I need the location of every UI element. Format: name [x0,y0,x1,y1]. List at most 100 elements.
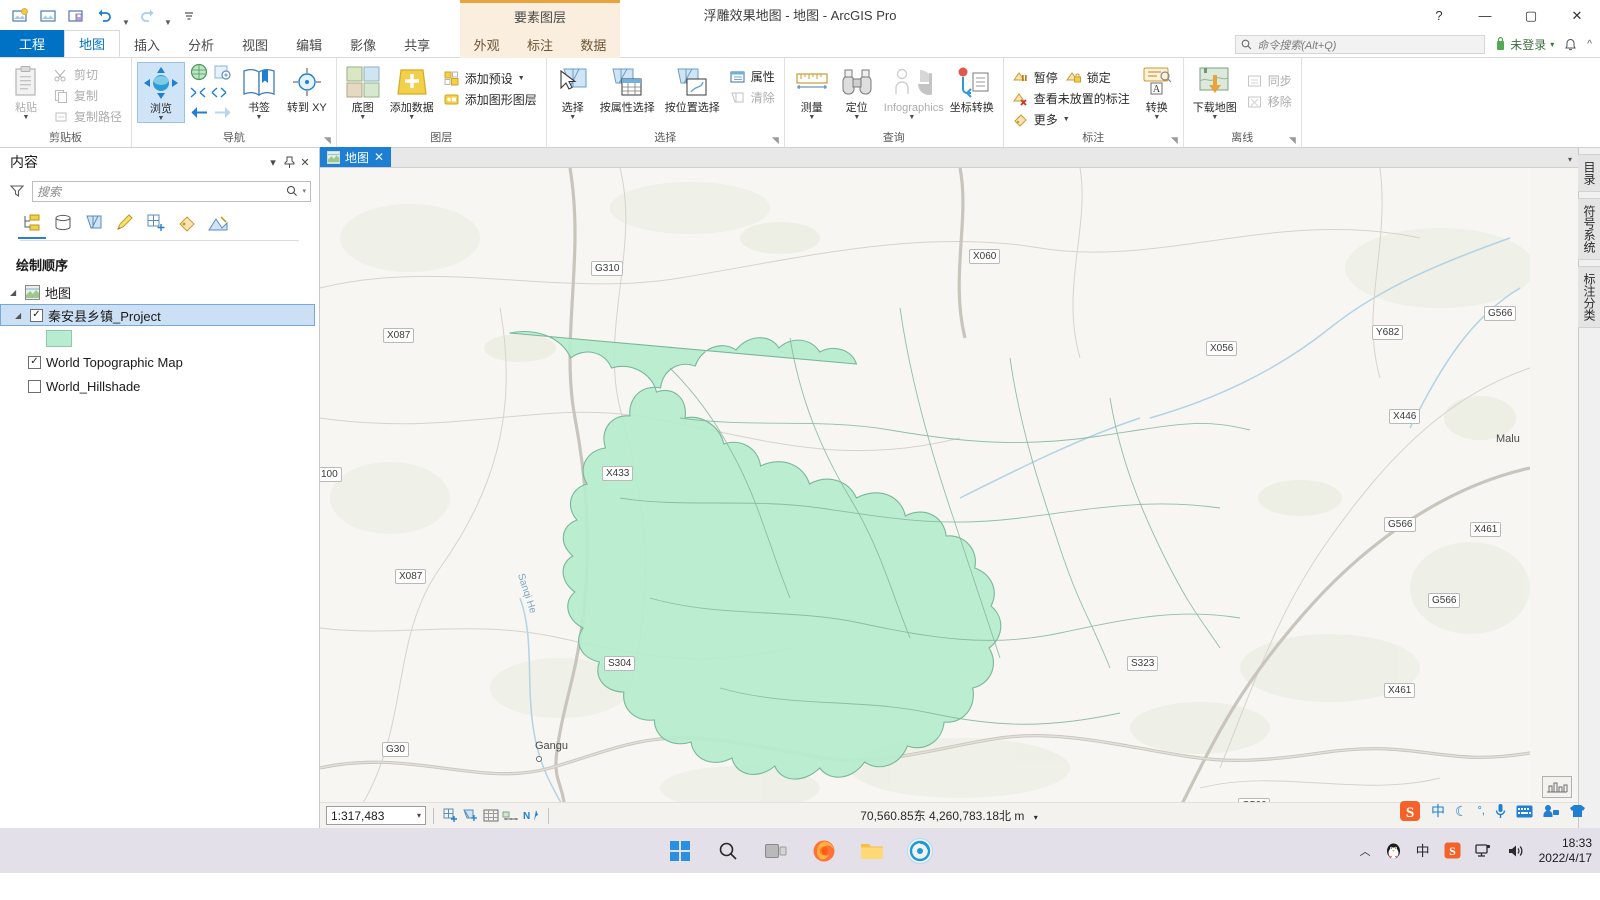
copy-path-button[interactable]: 复制路径 [49,106,126,127]
drawing-order-tab[interactable] [18,211,46,239]
layer-visibility-checkbox[interactable]: ✓ [30,308,43,322]
toc-row-basemap-hillshade[interactable]: World_Hillshade [0,374,319,398]
expander-icon[interactable]: ◢ [15,311,25,320]
save-project-icon[interactable] [64,4,90,28]
taskbar-clock[interactable]: 18:33 2022/4/17 [1539,836,1592,866]
user-icon[interactable] [1543,804,1559,818]
measure-button[interactable]: 测量 ▼ [790,62,834,121]
view-tab-overflow-icon[interactable]: ▾ [1568,155,1572,164]
labeling-dialog-launcher[interactable]: ◥ [1171,134,1178,147]
map-scale-selector[interactable]: 1:317,483 ▾ [326,806,426,825]
add-graphics-layer-button[interactable]: 添加图形图层 [440,89,541,110]
ime-toolbar[interactable]: S 中 ☾ °, [1393,798,1592,824]
ribbon-tab-appearance[interactable]: 外观 [468,32,506,58]
basemap-button[interactable]: 底图 ▼ [342,62,384,121]
ribbon-tab-insert[interactable]: 插入 [120,31,174,57]
charts-tab[interactable] [206,211,230,235]
collapse-ribbon-icon[interactable]: ^ [1587,39,1592,50]
qq-icon[interactable] [1385,842,1402,860]
undo-dropdown-icon[interactable]: ▼ [120,5,132,27]
redo-dropdown-icon[interactable]: ▼ [162,5,174,27]
add-preset-caret-icon[interactable]: ▼ [518,75,525,82]
maximize-button[interactable]: ▢ [1508,0,1554,31]
download-map-button[interactable]: 下载地图 ▼ [1189,62,1241,121]
selection-dialog-launcher[interactable]: ◥ [772,134,779,147]
command-search-input[interactable]: 命令搜索(Alt+Q) [1235,35,1486,54]
funnel-icon[interactable] [8,184,26,198]
bell-icon[interactable] [1564,38,1577,52]
sogou-logo-icon[interactable]: S [1399,800,1421,822]
bookmarks-button[interactable]: 书签 ▼ [237,62,281,121]
layer-visibility-checkbox[interactable]: ✓ [28,355,41,369]
locate-button[interactable]: 定位 ▼ [836,62,878,121]
add-preset-button[interactable]: 添加预设 ▼ [440,68,541,89]
map-scale-caret-icon[interactable]: ▾ [417,811,421,820]
add-grid-icon[interactable] [441,807,461,825]
pause-labeling-button[interactable]: 暂停 [1009,67,1062,88]
sogou-tray-icon[interactable]: S [1444,842,1461,859]
map-coordinates-caret-icon[interactable]: ▾ [1034,813,1038,822]
explore-button[interactable]: 浏览 ▼ [137,62,186,123]
measure-dropdown-icon[interactable]: ▼ [808,114,815,121]
go-to-xy-button[interactable]: 转到 XY [283,62,331,114]
ribbon-tab-labeling[interactable]: 标注 [521,32,559,58]
snapping-tab[interactable] [144,211,168,235]
punctuation-icon[interactable]: °, [1478,805,1485,817]
view-unplaced-labels-button[interactable]: 查看未放置的标注 [1009,88,1134,109]
add-data-button[interactable]: 添加数据 ▼ [386,62,438,121]
ribbon-tab-data[interactable]: 数据 [574,32,612,58]
network-icon[interactable] [1474,843,1493,859]
redo-icon[interactable] [134,4,160,28]
more-labeling-button[interactable]: 更多 ▼ [1009,109,1134,130]
data-source-tab[interactable] [51,211,75,235]
account-caret-icon[interactable]: ▾ [1550,40,1554,49]
paste-dropdown-icon[interactable]: ▼ [23,114,30,121]
sync-button[interactable]: 同步 [1243,70,1296,91]
soft-keyboard-icon[interactable] [1516,805,1533,818]
attributes-button[interactable]: 属性 [726,66,779,87]
volume-icon[interactable] [1507,843,1525,859]
ribbon-tab-analysis[interactable]: 分析 [174,31,228,57]
side-tab-catalog[interactable]: 目录 [1577,154,1600,192]
paste-button[interactable]: 粘贴 ▼ [5,62,47,121]
offline-dialog-launcher[interactable]: ◥ [1289,134,1296,147]
select-button[interactable]: 选择 ▼ [552,62,594,121]
select-dropdown-icon[interactable]: ▼ [569,114,576,121]
add-data-dropdown-icon[interactable]: ▼ [408,114,415,121]
select-by-attributes-button[interactable]: 按属性选择 [596,62,659,114]
full-extent-icon[interactable] [189,63,209,85]
layer-visibility-checkbox[interactable] [28,379,41,393]
remove-offline-button[interactable]: 移除 [1243,91,1296,112]
contents-pane-close-icon[interactable]: ✕ [297,153,313,171]
moon-icon[interactable]: ☾ [1455,803,1468,820]
chinese-mode-icon[interactable]: 中 [1431,801,1445,821]
basemap-dropdown-icon[interactable]: ▼ [359,114,366,121]
customize-qat-icon[interactable] [176,4,202,28]
zoom-out-tool-icon[interactable] [189,86,207,102]
voice-input-icon[interactable] [1495,803,1506,819]
arcgis-pro-icon[interactable] [907,837,933,864]
view-tab-close-icon[interactable]: ✕ [374,150,384,164]
locate-dropdown-icon[interactable]: ▼ [853,114,860,121]
file-explorer-icon[interactable] [859,838,885,864]
pin-icon[interactable] [281,153,297,171]
ribbon-tab-project[interactable]: 工程 [0,30,64,57]
close-button[interactable]: ✕ [1554,0,1600,31]
copy-button[interactable]: 复制 [49,85,126,106]
explore-dropdown-icon[interactable]: ▼ [158,115,165,122]
next-extent-icon[interactable] [213,105,233,123]
show-hidden-icons-icon[interactable]: ︿ [1360,843,1371,859]
ribbon-tab-view[interactable]: 视图 [228,31,282,57]
open-project-icon[interactable] [36,4,62,28]
map-overlay-widget[interactable] [1542,776,1572,798]
toc-row-feature-layer[interactable]: ◢ ✓ 秦安县乡镇_Project [0,304,315,326]
start-button-icon[interactable] [667,838,693,864]
contents-pane-menu-icon[interactable]: ▾ [265,153,281,171]
navigate-dialog-launcher[interactable]: ◥ [324,134,331,147]
help-button[interactable]: ? [1416,0,1462,31]
selection-tab[interactable] [82,211,106,235]
lock-labels-button[interactable]: 锁定 [1062,67,1115,88]
ribbon-tab-imagery[interactable]: 影像 [336,31,390,57]
firefox-icon[interactable] [811,838,837,864]
grid-icon[interactable] [481,807,501,825]
